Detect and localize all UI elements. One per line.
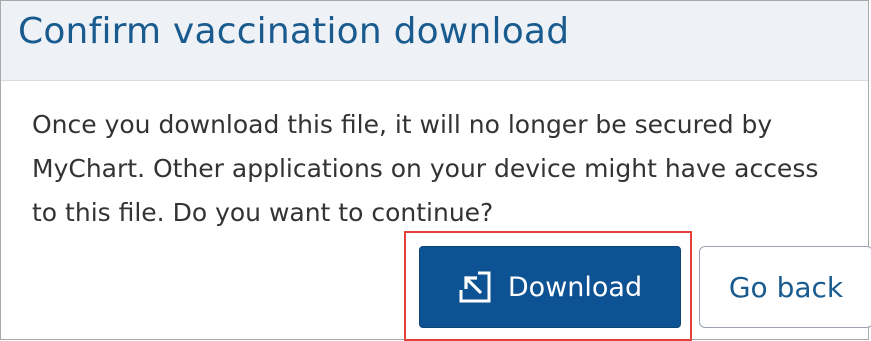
download-button-label: Download [507,271,643,303]
confirm-download-dialog: Confirm vaccination download Once you do… [0,0,871,341]
dialog-message: Once you download this file, it will no … [32,110,819,227]
download-arrow-icon [458,270,492,304]
go-back-button[interactable]: Go back [699,246,871,328]
go-back-button-label: Go back [728,270,844,304]
dialog-title: Confirm vaccination download [18,11,570,52]
dialog-header: Confirm vaccination download [1,1,868,81]
download-button[interactable]: Download [419,246,681,328]
